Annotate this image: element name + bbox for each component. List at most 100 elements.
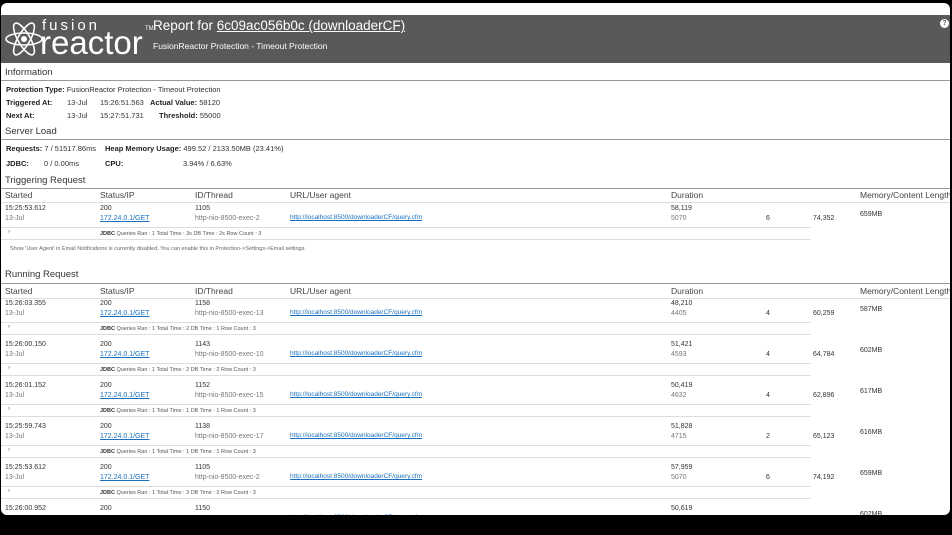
row-url-link[interactable]: http://localhost:8500/downloaderCF/query… (290, 514, 422, 515)
column-header-divider (1, 202, 950, 203)
column-header-started: Started (5, 286, 33, 296)
row-jdbc-summary: JDBC Queries Ran : 1 Total Time : 1 DB T… (100, 449, 256, 455)
help-icon[interactable]: ? (940, 19, 949, 28)
protection-type-label: Protection Type: (6, 85, 65, 94)
row-ip-link[interactable]: 172.24.0.1/GET (100, 474, 149, 481)
chevron-right-icon[interactable]: › (8, 324, 10, 330)
actual-value: Actual Value: 58120 (150, 98, 220, 107)
row-thread: http-nio-8500-exec-2 (195, 474, 260, 481)
row-jdbc-text: Queries Ran : 1 Total Time : 3s DB Time … (116, 231, 262, 237)
row-url-link[interactable]: http://localhost:8500/downloaderCF/query… (290, 432, 422, 439)
report-title-prefix: Report for (153, 18, 217, 33)
row-memory: 659MB (860, 211, 883, 218)
row-thread: http-nio-8500-exec-13 (195, 310, 264, 317)
chevron-right-icon[interactable]: › (8, 406, 10, 412)
column-header-status: Status/IP (100, 190, 135, 200)
row-duration: 51,828 (671, 423, 693, 430)
row-url-link[interactable]: http://localhost:8500/downloaderCF/query… (290, 309, 422, 316)
row-id: 1138 (195, 423, 211, 430)
next-at-label: Next At: (6, 111, 35, 120)
row-url-link[interactable]: http://localhost:8500/downloaderCF/query… (290, 473, 422, 480)
row-jdbc-divider (1, 457, 811, 458)
row-duration: 50,619 (671, 505, 693, 512)
row-thread: http-nio-8500-exec-2 (195, 215, 260, 222)
row-thread: http-nio-8500-exec-17 (195, 433, 264, 440)
row-thread: http-nio-8500-exec-15 (195, 392, 264, 399)
row-ip-link[interactable]: 172.24.0.1/GET (100, 433, 149, 440)
row-url-link[interactable]: http://localhost:8500/downloaderCF/query… (290, 350, 422, 357)
row-duration-sub: 5070 (671, 474, 687, 481)
row-ip-link[interactable]: 172.24.0.1/GET (100, 310, 149, 317)
row-jdbc-summary: JDBC Queries Ran : 1 Total Time : 1 DB T… (100, 408, 256, 414)
row-divider (1, 227, 811, 228)
protection-type: Protection Type: FusionReactor Protectio… (6, 85, 221, 94)
row-started-date: 13-Jul (5, 351, 25, 358)
row-jdbc-label: JDBC (100, 449, 115, 455)
row-ip-link[interactable]: 172.24.0.1/GET (100, 215, 149, 222)
cpu-label: CPU: (105, 159, 124, 168)
server-load-divider (1, 139, 950, 140)
report-title-link[interactable]: 6c09ac056b0c (downloaderCF) (217, 18, 405, 33)
row-duration-sub: 4715 (671, 433, 687, 440)
column-header-memory: Memory/Content Length (860, 286, 950, 296)
column-header-status: Status/IP (100, 286, 135, 296)
column-header-memory: Memory/Content Length (860, 190, 950, 200)
row-id: 1150 (195, 505, 211, 512)
row-jdbc-divider (1, 416, 811, 417)
row-jdbc-text: Queries Ran : 1 Total Time : 2 DB Time :… (116, 326, 256, 332)
threshold-number: 55000 (199, 111, 221, 120)
cpu-value: 3.94% / 6.63% (183, 159, 232, 168)
column-header-thread: ID/Thread (195, 286, 233, 296)
jdbc-value: 0 / 0.00ms (44, 159, 80, 168)
row-jdbc-summary: JDBC Queries Ran : 1 Total Time : 2 DB T… (100, 367, 256, 373)
row-duration-sub: 4405 (671, 310, 687, 317)
row-started-date: 13-Jul (5, 392, 25, 399)
row-started-date: 13-Jul (5, 433, 25, 440)
row-divider (1, 404, 811, 405)
column-header-url: URL/User agent (290, 286, 351, 296)
row-jdbc-summary: JDBC Queries Ran : 1 Total Time : 2 DB T… (100, 326, 256, 332)
column-header-duration: Duration (671, 190, 704, 200)
row-memory: 617MB (860, 388, 883, 395)
row-duration: 57,959 (671, 464, 693, 471)
triggered-at-label: Triggered At: (6, 98, 53, 107)
requests-label: Requests: (6, 144, 43, 153)
row-url-link[interactable]: http://localhost:8500/downloaderCF/query… (290, 214, 422, 221)
row-api-time: 64,784 (813, 351, 835, 358)
row-url-link[interactable]: http://localhost:8500/downloaderCF/query… (290, 391, 422, 398)
row-api-time: 65,123 (813, 433, 835, 440)
row-status: 200 (100, 205, 112, 212)
row-memory: 616MB (860, 429, 883, 436)
row-status: 200 (100, 300, 112, 307)
row-status: 200 (100, 341, 112, 348)
row-id: 1152 (195, 382, 211, 389)
row-id: 1143 (195, 341, 211, 348)
threshold: Threshold: 55000 (159, 111, 221, 120)
row-ip-link[interactable]: 172.24.0.1/GET (100, 351, 149, 358)
row-jdbc-divider (1, 375, 811, 376)
chevron-right-icon[interactable]: › (8, 447, 10, 453)
running-divider (1, 283, 950, 284)
row-jdbc-label: JDBC (100, 326, 115, 332)
row-db-time: 6 (766, 474, 770, 481)
row-api-time: 62,896 (813, 392, 835, 399)
row-jdbc-label: JDBC (100, 490, 115, 496)
row-id: 1158 (195, 300, 211, 307)
row-jdbc-text: Queries Ran : 1 Total Time : 3 DB Time :… (116, 490, 256, 496)
row-started-time: 15:25:59.743 (5, 423, 46, 430)
row-db-time: 4 (766, 392, 770, 399)
chevron-right-icon[interactable]: › (8, 229, 10, 235)
atom-logo-icon (5, 22, 43, 56)
row-jdbc-text: Queries Ran : 1 Total Time : 2 DB Time :… (116, 367, 256, 373)
row-api-time: 74,192 (813, 474, 835, 481)
row-started-time: 15:25:53.612 (5, 464, 46, 471)
requests-value: 7 / 51517.86ms (44, 144, 97, 153)
row-jdbc-divider (1, 239, 811, 240)
row-db-time: 4 (766, 310, 770, 317)
chevron-right-icon[interactable]: › (8, 365, 10, 371)
chevron-right-icon[interactable]: › (8, 488, 10, 494)
row-db-time: 6 (766, 215, 770, 222)
row-divider (1, 363, 811, 364)
row-started-time: 15:26:00.150 (5, 341, 46, 348)
row-ip-link[interactable]: 172.24.0.1/GET (100, 392, 149, 399)
